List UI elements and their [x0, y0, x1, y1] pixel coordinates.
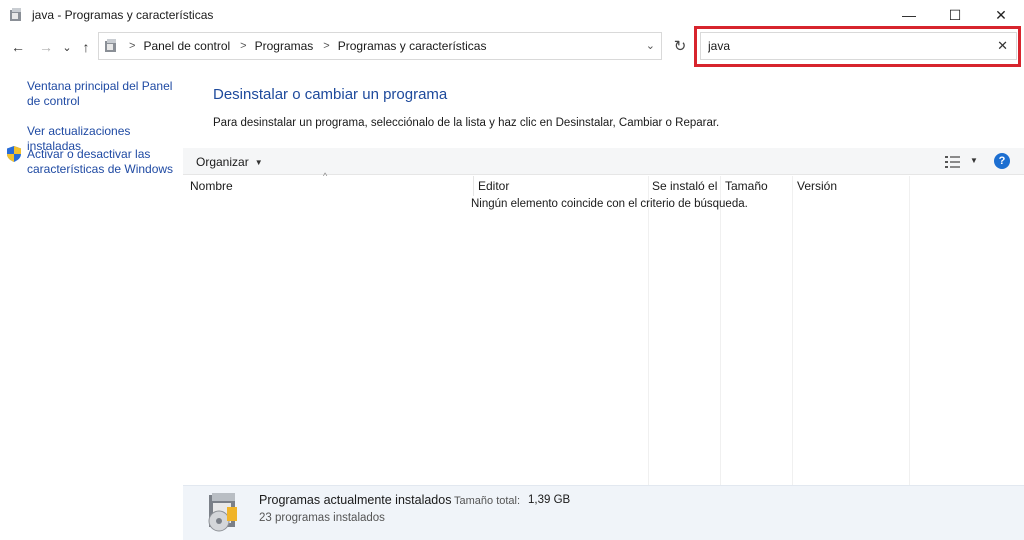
search-box[interactable]: ✕ — [700, 32, 1017, 60]
column-header-publisher[interactable]: Editor — [472, 176, 648, 196]
organize-label: Organizar — [196, 155, 249, 169]
chevron-right-icon: > — [129, 40, 136, 52]
back-button[interactable]: ← — [9, 38, 27, 56]
details-pane: Programas actualmente instalados Tamaño … — [183, 485, 1024, 540]
chevron-right-icon[interactable]: > — [323, 40, 329, 52]
page-title: Desinstalar o cambiar un programa — [213, 86, 448, 103]
sidebar-item-windows-features[interactable]: Activar o desactivar las características… — [27, 147, 177, 177]
column-divider[interactable] — [792, 176, 793, 485]
close-icon: ✕ — [995, 6, 1007, 23]
column-header-version[interactable]: Versión — [791, 176, 909, 196]
up-button[interactable]: ↑ — [77, 38, 95, 56]
control-panel-icon — [10, 8, 21, 21]
up-arrow-icon: ↑ — [82, 39, 90, 55]
back-arrow-icon: ← — [11, 39, 25, 55]
maximize-icon: ☐ — [948, 6, 962, 23]
empty-results-message: Ningún elemento coincide con el criterio… — [471, 198, 748, 210]
total-size-label: Tamaño total: — [454, 495, 521, 507]
help-button[interactable]: ? — [994, 153, 1010, 169]
address-bar[interactable]: > Panel de control > Programas > Program… — [98, 32, 662, 60]
chevron-down-icon: ⌄ — [62, 41, 72, 54]
installed-count: 23 programas instalados — [259, 512, 385, 524]
clear-search-icon[interactable]: ✕ — [997, 38, 1008, 54]
page-description: Para desinstalar un programa, seleccióna… — [213, 117, 720, 129]
installed-programs-icon — [208, 493, 237, 532]
details-view-icon[interactable] — [945, 155, 961, 169]
left-pane: Ventana principal del Panel de control V… — [0, 64, 182, 540]
column-header-size[interactable]: Tamaño — [719, 176, 792, 196]
command-toolbar: Organizar ▼ ▼ ? — [183, 148, 1024, 175]
organize-button[interactable]: Organizar ▼ — [196, 155, 263, 169]
breadcrumb: > Panel de control > Programas > Program… — [125, 39, 486, 53]
breadcrumb-panel-de-control[interactable]: Panel de control — [143, 39, 230, 53]
column-header-name[interactable]: Nombre — [184, 176, 473, 196]
total-size-value: 1,39 GB — [528, 494, 571, 506]
breadcrumb-programas[interactable]: Programas — [255, 39, 314, 53]
forward-arrow-icon: → — [39, 39, 53, 55]
address-dropdown-icon[interactable]: ⌄ — [646, 39, 655, 52]
control-panel-icon — [105, 39, 116, 52]
breadcrumb-programas-y-caracteristicas[interactable]: Programas y características — [338, 39, 487, 53]
refresh-button[interactable]: ↻ — [668, 32, 692, 60]
forward-button[interactable]: → — [37, 38, 55, 56]
view-options-dropdown-icon[interactable]: ▼ — [970, 156, 978, 165]
minimize-icon: — — [902, 7, 916, 23]
shield-icon — [7, 146, 21, 162]
search-input[interactable] — [708, 39, 978, 53]
caret-down-icon: ▼ — [254, 157, 263, 167]
column-divider[interactable] — [648, 176, 649, 485]
help-icon: ? — [998, 155, 1006, 167]
column-divider[interactable] — [909, 176, 910, 485]
column-divider[interactable] — [720, 176, 721, 485]
chevron-right-icon[interactable]: > — [240, 40, 246, 52]
recent-locations-button[interactable]: ⌄ — [58, 38, 76, 56]
refresh-icon: ↻ — [673, 38, 687, 55]
column-header-installed-on[interactable]: Se instaló el — [646, 176, 720, 196]
window-title: java - Programas y características — [32, 8, 214, 22]
sidebar-item-control-panel-home[interactable]: Ventana principal del Panel de control — [27, 79, 177, 109]
status-title: Programas actualmente instalados — [259, 493, 452, 507]
